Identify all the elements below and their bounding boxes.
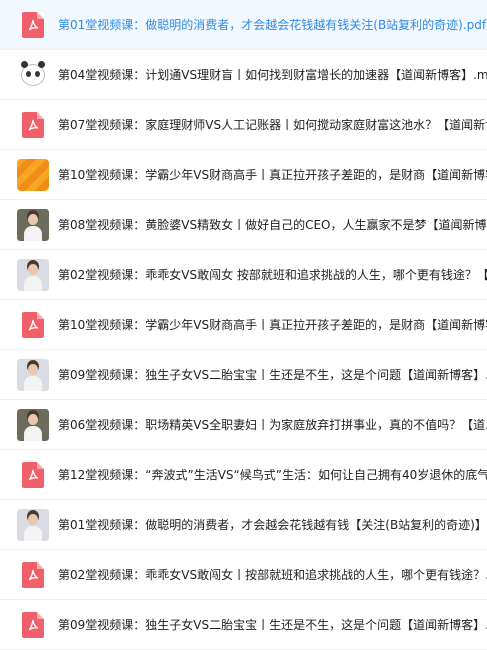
file-name: 第01堂视频课：做聪明的消费者，才会越会花钱越有钱【关注(B站复利的奇迹)】. [58,518,487,532]
file-name: 第08堂视频课：黄脸婆VS精致女丨做好自己的CEO，人生赢家不是梦【道闻新博 [58,218,487,232]
panda-icon [21,60,45,86]
file-name: 第02堂视频课：乖乖女VS敢闯女 按部就班和追求挑战的人生，哪个更有钱途？【 [58,268,487,282]
file-name: 第02堂视频课：乖乖女VS敢闯女丨按部就班和追求挑战的人生，哪个更有钱途？. [58,568,487,582]
file-row-11[interactable]: 第01堂视频课：做聪明的消费者，才会越会花钱越有钱【关注(B站复利的奇迹)】. [0,500,487,550]
file-thumb [17,109,49,141]
file-row-9[interactable]: 第06堂视频课：职场精英VS全职妻妇丨为家庭放弃打拼事业，真的不值吗？【道. [0,400,487,450]
file-name: 第04堂视频课：计划通VS理财盲丨如何找到财富增长的加速器【道闻新博客】.m [58,68,487,82]
file-thumb [17,9,49,41]
file-name: 第07堂视频课：家庭理财师VS人工记账器丨如何搅动家庭财富这池水？【道闻新博 [58,118,487,132]
file-row-5[interactable]: 第08堂视频课：黄脸婆VS精致女丨做好自己的CEO，人生赢家不是梦【道闻新博 [0,200,487,250]
folder-icon [17,158,49,191]
pdf-icon [22,461,44,488]
file-thumb [17,609,49,641]
file-thumb [17,408,49,441]
file-thumb [17,158,49,191]
file-thumb [17,309,49,341]
file-name: 第09堂视频课：独生子女VS二胎宝宝丨生还是不生，这是个问题【道闻新博客】. [58,618,487,632]
video-thumbnail-icon [17,408,49,441]
file-thumb [17,508,49,541]
file-thumb [17,358,49,391]
pdf-icon [22,311,44,338]
file-row-12[interactable]: 第02堂视频课：乖乖女VS敢闯女丨按部就班和追求挑战的人生，哪个更有钱途？. [0,550,487,600]
video-thumbnail-icon [17,358,49,391]
file-thumb [17,258,49,291]
file-row-1[interactable]: 第01堂视频课：做聪明的消费者，才会越会花钱越有钱关注(B站复利的奇迹).pdf [0,0,487,50]
pdf-icon [22,611,44,638]
file-name: 第10堂视频课：学霸少年VS财商高手丨真正拉开孩子差距的，是财商【道闻新博客 [58,318,487,332]
file-row-13[interactable]: 第09堂视频课：独生子女VS二胎宝宝丨生还是不生，这是个问题【道闻新博客】. [0,600,487,650]
file-thumb [17,208,49,241]
file-thumb [17,459,49,491]
file-thumb [17,59,49,91]
file-row-6[interactable]: 第02堂视频课：乖乖女VS敢闯女 按部就班和追求挑战的人生，哪个更有钱途？【 [0,250,487,300]
file-row-3[interactable]: 第07堂视频课：家庭理财师VS人工记账器丨如何搅动家庭财富这池水？【道闻新博 [0,100,487,150]
file-name: 第10堂视频课：学霸少年VS财商高手丨真正拉开孩子差距的，是财商【道闻新博客 [58,168,487,182]
file-thumb [17,559,49,591]
video-thumbnail-icon [17,508,49,541]
video-thumbnail-icon [17,258,49,291]
video-thumbnail-icon [17,208,49,241]
file-name: 第12堂视频课：“奔波式”生活VS“候鸟式”生活：如何让自己拥有40岁退休的底气… [58,468,487,482]
file-name: 第06堂视频课：职场精英VS全职妻妇丨为家庭放弃打拼事业，真的不值吗？【道. [58,418,487,432]
pdf-icon [22,561,44,588]
file-row-2[interactable]: 第04堂视频课：计划通VS理财盲丨如何找到财富增长的加速器【道闻新博客】.m [0,50,487,100]
file-name: 第09堂视频课：独生子女VS二胎宝宝丨生还是不生，这是个问题【道闻新博客】. [58,368,487,382]
file-list: 第01堂视频课：做聪明的消费者，才会越会花钱越有钱关注(B站复利的奇迹).pdf… [0,0,487,650]
file-row-10[interactable]: 第12堂视频课：“奔波式”生活VS“候鸟式”生活：如何让自己拥有40岁退休的底气… [0,450,487,500]
file-name: 第01堂视频课：做聪明的消费者，才会越会花钱越有钱关注(B站复利的奇迹).pdf [58,18,487,32]
pdf-icon [22,111,44,138]
pdf-icon [22,11,44,38]
file-row-4[interactable]: 第10堂视频课：学霸少年VS财商高手丨真正拉开孩子差距的，是财商【道闻新博客 [0,150,487,200]
file-row-7[interactable]: 第10堂视频课：学霸少年VS财商高手丨真正拉开孩子差距的，是财商【道闻新博客 [0,300,487,350]
file-row-8[interactable]: 第09堂视频课：独生子女VS二胎宝宝丨生还是不生，这是个问题【道闻新博客】. [0,350,487,400]
